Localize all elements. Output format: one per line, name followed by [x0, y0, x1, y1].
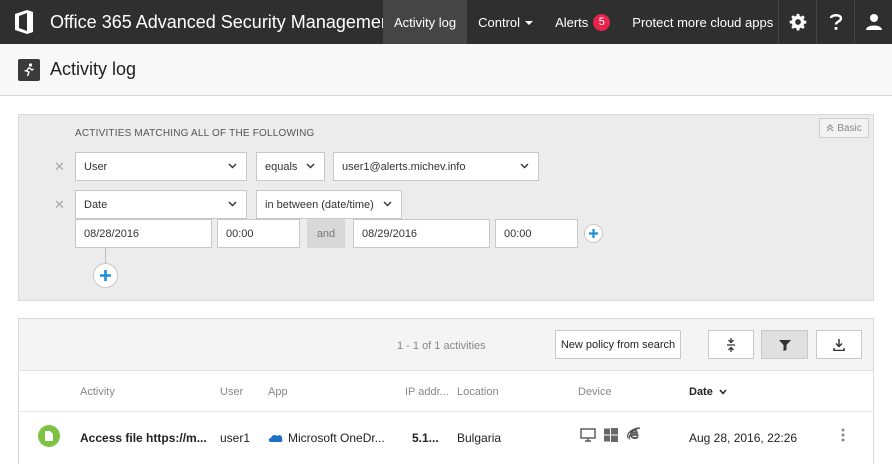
- date-to-value: 08/29/2016: [362, 227, 418, 240]
- top-bar: Office 365 Advanced Security Management …: [0, 0, 892, 44]
- nav-protect-more[interactable]: Protect more cloud apps: [621, 0, 784, 44]
- rule-date-operator-select[interactable]: in between (date/time): [256, 190, 402, 219]
- rule-user-operator-select[interactable]: equals: [256, 152, 325, 181]
- remove-rule-user-button[interactable]: ✕: [54, 159, 65, 175]
- cell-app: Microsoft OneDr...: [288, 431, 385, 445]
- cell-location: Bulgaria: [457, 431, 502, 445]
- column-header-app[interactable]: App: [268, 386, 288, 398]
- results-count: 1 - 1 of 1 activities: [397, 340, 486, 352]
- page-header: Activity log: [0, 44, 892, 96]
- filter-panel: Basic ACTIVITIES MATCHING ALL OF THE FOL…: [18, 114, 874, 301]
- desktop-icon: [580, 428, 596, 442]
- rule-user-field-select[interactable]: User: [75, 152, 247, 181]
- date-to-input[interactable]: 08/29/2016: [353, 219, 490, 248]
- file-icon: [38, 425, 60, 447]
- collapse-vertical-icon: [727, 337, 735, 352]
- chevron-down-icon: [228, 201, 237, 207]
- add-rule-button[interactable]: [93, 263, 118, 288]
- results-toolbar: 1 - 1 of 1 activities New policy from se…: [19, 319, 873, 371]
- column-header-device[interactable]: Device: [578, 386, 612, 398]
- download-button[interactable]: [816, 330, 862, 359]
- user-menu-button[interactable]: [854, 0, 892, 44]
- rule-user-operator-value: equals: [265, 160, 298, 173]
- funnel-icon: [778, 339, 791, 351]
- column-header-date[interactable]: Date: [689, 386, 727, 398]
- basic-toggle-button[interactable]: Basic: [819, 118, 869, 138]
- cell-activity[interactable]: Access file https://m...: [80, 431, 207, 445]
- app-title: Office 365 Advanced Security Management: [50, 11, 396, 32]
- gear-icon: [789, 13, 806, 31]
- main-nav: Activity log Control Alerts 5 Protect mo…: [383, 0, 784, 44]
- chevron-down-icon: [228, 163, 237, 169]
- nav-alerts[interactable]: Alerts 5: [544, 0, 621, 44]
- filter-heading: ACTIVITIES MATCHING ALL OF THE FOLLOWING: [75, 128, 315, 139]
- new-policy-button[interactable]: New policy from search: [555, 330, 681, 359]
- alerts-count-badge: 5: [593, 13, 611, 31]
- activity-run-icon: [18, 58, 40, 81]
- nav-alerts-label: Alerts: [555, 14, 589, 30]
- chevron-down-icon: [306, 163, 315, 169]
- cell-ip[interactable]: 5.1...: [412, 431, 439, 445]
- rule-date-field-select[interactable]: Date: [75, 190, 247, 219]
- date-from-value: 08/28/2016: [84, 227, 140, 240]
- onedrive-cloud-icon: [268, 434, 283, 442]
- time-to-input[interactable]: 00:00: [495, 219, 578, 248]
- windows-icon: [604, 428, 618, 442]
- date-from-input[interactable]: 08/28/2016: [75, 219, 212, 248]
- remove-rule-date-button[interactable]: ✕: [54, 197, 65, 213]
- double-chevron-up-icon: [826, 124, 834, 132]
- cell-user: user1: [220, 431, 251, 445]
- internet-explorer-icon: [627, 427, 641, 440]
- results-panel: 1 - 1 of 1 activities New policy from se…: [18, 318, 874, 464]
- column-header-activity[interactable]: Activity: [80, 386, 115, 398]
- nav-control[interactable]: Control: [467, 0, 544, 44]
- column-header-user[interactable]: User: [220, 386, 243, 398]
- rule-connector-line: [105, 248, 106, 264]
- nav-control-label: Control: [478, 14, 521, 30]
- plus-icon: [589, 229, 598, 238]
- chevron-down-icon: [520, 163, 529, 169]
- sort-chevron-down-icon: [719, 389, 727, 395]
- basic-toggle-label: Basic: [837, 122, 862, 134]
- row-more-options-icon[interactable]: [841, 428, 845, 442]
- table-row[interactable]: Access file https://m... user1 Microsoft…: [19, 411, 873, 461]
- collapse-rows-button[interactable]: [708, 330, 754, 359]
- time-to-value: 00:00: [504, 227, 532, 240]
- rule-user-value: user1@alerts.michev.info: [342, 160, 466, 173]
- filter-toggle-button[interactable]: [761, 330, 808, 359]
- cell-date: Aug 28, 2016, 22:26: [689, 431, 798, 445]
- time-from-input[interactable]: 00:00: [217, 219, 300, 248]
- download-icon: [833, 338, 845, 351]
- settings-button[interactable]: [778, 0, 816, 44]
- nav-activity-log[interactable]: Activity log: [383, 0, 468, 44]
- time-from-value: 00:00: [226, 227, 254, 240]
- rule-user-value-select[interactable]: user1@alerts.michev.info: [333, 152, 539, 181]
- and-separator: and: [307, 219, 345, 248]
- office-logo-icon[interactable]: [0, 0, 48, 44]
- rule-date-operator-value: in between (date/time): [265, 198, 374, 211]
- add-condition-button[interactable]: [584, 224, 603, 243]
- page-title: Activity log: [50, 59, 137, 79]
- user-icon: [865, 14, 882, 30]
- top-icons: [778, 0, 892, 44]
- column-header-date-label: Date: [689, 386, 713, 398]
- rule-date-field-value: Date: [84, 198, 108, 211]
- help-icon: [829, 14, 842, 30]
- caret-down-icon: [525, 20, 534, 25]
- plus-icon: [100, 270, 111, 281]
- column-header-location[interactable]: Location: [457, 386, 499, 398]
- help-button[interactable]: [816, 0, 854, 44]
- column-header-ip[interactable]: IP addr...: [405, 386, 449, 398]
- rule-user-field-value: User: [84, 160, 108, 173]
- chevron-down-icon: [383, 201, 392, 207]
